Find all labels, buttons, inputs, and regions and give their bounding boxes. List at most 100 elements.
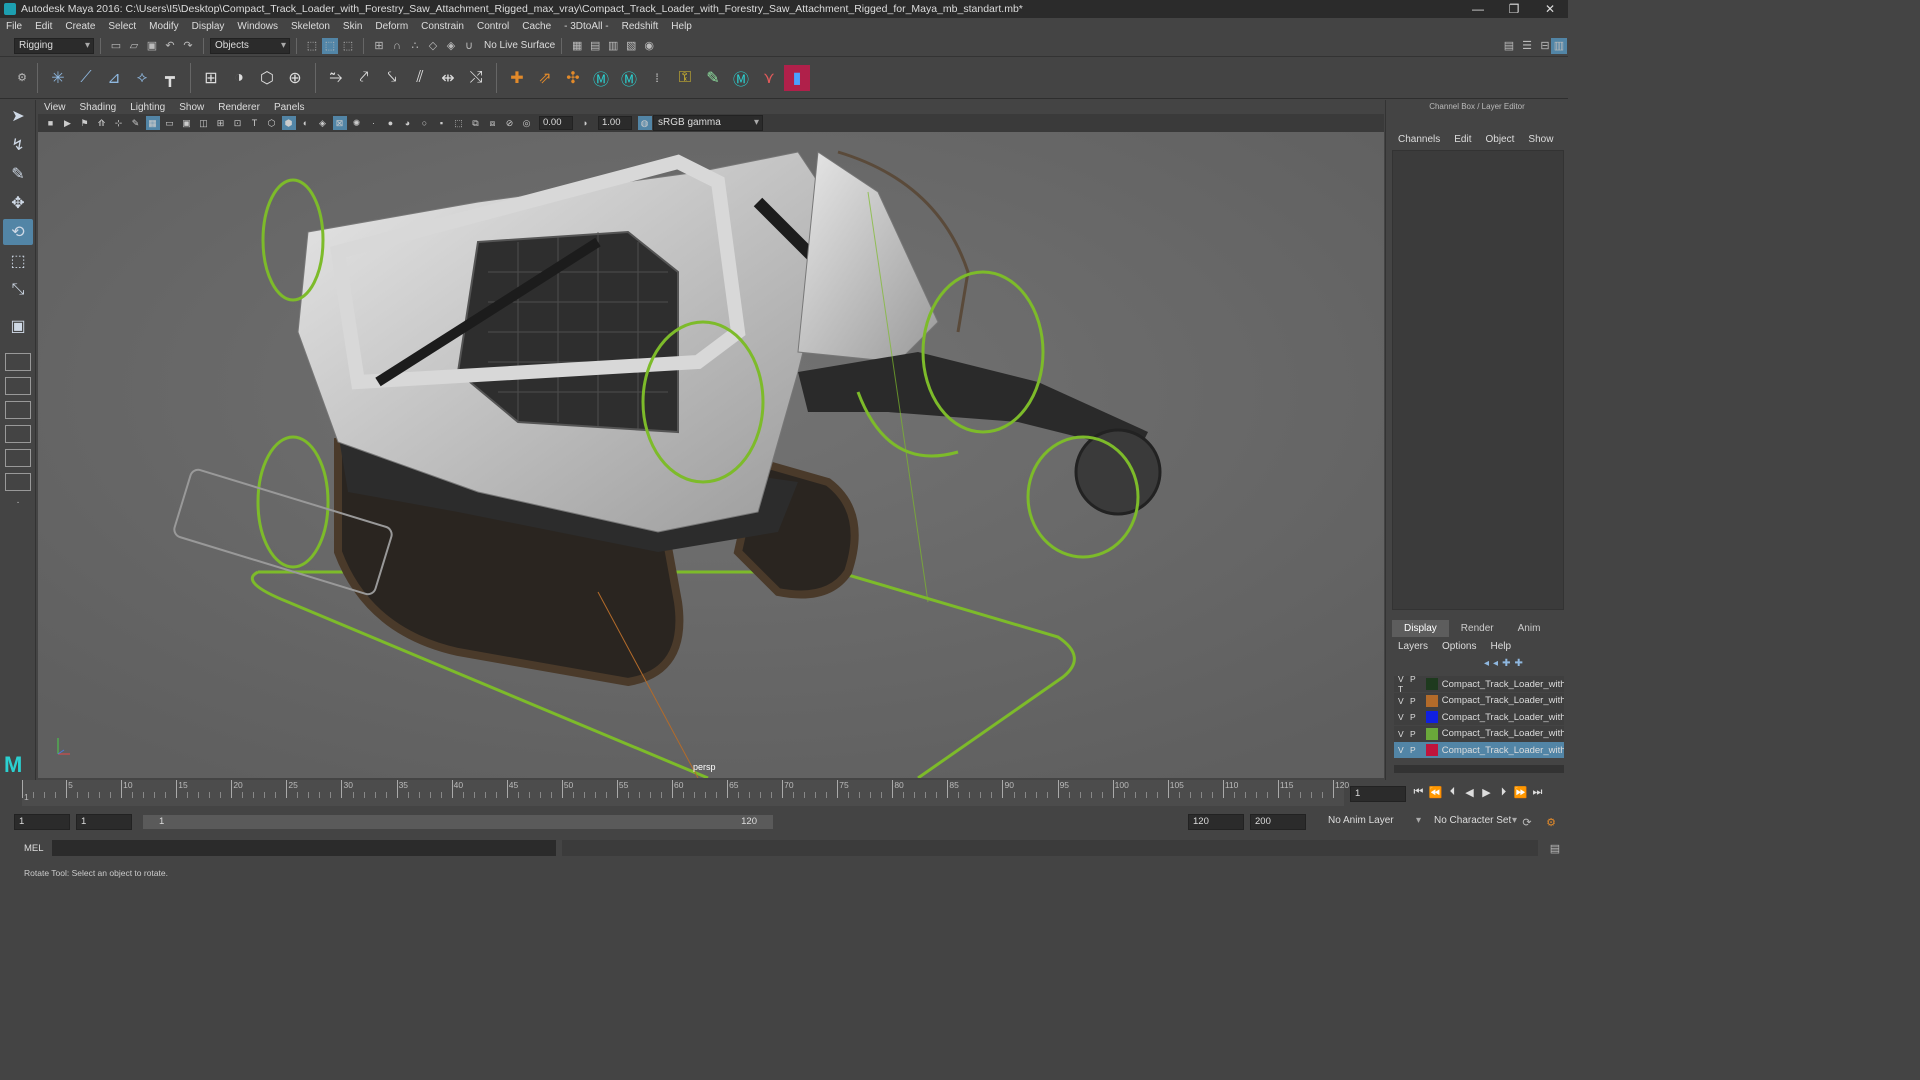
set-driven-key-icon[interactable]: ⚿ bbox=[672, 65, 698, 91]
render-view-icon[interactable]: ▧ bbox=[623, 38, 639, 54]
close-button[interactable]: ✕ bbox=[1532, 0, 1568, 18]
tab-render[interactable]: Render bbox=[1449, 620, 1506, 637]
channels-menu[interactable]: Channels bbox=[1398, 134, 1440, 145]
four-view-layout-icon[interactable] bbox=[5, 377, 31, 395]
options-menu[interactable]: Options bbox=[1442, 641, 1476, 652]
exposure-field[interactable]: 0.00 bbox=[539, 116, 573, 130]
menu-deform[interactable]: Deform bbox=[375, 21, 408, 32]
new-layer-from-selected-icon[interactable]: ✚ bbox=[1514, 658, 1522, 669]
wrap-icon[interactable]: ⊕ bbox=[282, 65, 308, 91]
aim-constraint-icon[interactable]: ⇗ bbox=[532, 65, 558, 91]
toggle-channel-box-icon[interactable]: ▥ bbox=[1551, 37, 1567, 54]
auto-key-icon[interactable]: ⟳ bbox=[1519, 814, 1535, 830]
more-layouts-icon[interactable]: · bbox=[5, 497, 31, 515]
layer-color-swatch[interactable] bbox=[1426, 694, 1438, 707]
ipr-render-icon[interactable]: ▥ bbox=[605, 38, 621, 54]
shelf-menu-icon[interactable]: ⚙ bbox=[14, 70, 30, 86]
toggle-modeling-toolkit-icon[interactable]: ▤ bbox=[1501, 38, 1517, 54]
step-forward-key-icon[interactable]: ⏩ bbox=[1512, 786, 1529, 799]
resolution-gate-icon[interactable]: ▣ bbox=[180, 116, 194, 130]
layer-row[interactable]: V P Compact_Track_Loader_with_ bbox=[1394, 742, 1564, 758]
anim-layer-dropdown[interactable]: No Anim Layer bbox=[1324, 814, 1424, 830]
layers-menu[interactable]: Layers bbox=[1398, 641, 1428, 652]
step-back-frame-icon[interactable]: ⏴ bbox=[1444, 786, 1461, 799]
mirror-weights-icon[interactable]: ⇹ bbox=[435, 65, 461, 91]
select-camera-icon[interactable]: ■ bbox=[44, 116, 58, 130]
layer-color-swatch[interactable] bbox=[1426, 744, 1438, 756]
menu-create[interactable]: Create bbox=[65, 21, 95, 32]
step-forward-frame-icon[interactable]: ⏵ bbox=[1495, 786, 1512, 799]
command-input[interactable] bbox=[52, 840, 556, 856]
select-hierarchy-icon[interactable]: ⬚ bbox=[304, 38, 320, 54]
grease-pencil-icon[interactable]: ✎ bbox=[129, 116, 143, 130]
play-backwards-icon[interactable]: ◀ bbox=[1461, 786, 1478, 799]
gamma-field[interactable]: 1.00 bbox=[598, 116, 632, 130]
menu-select[interactable]: Select bbox=[108, 21, 136, 32]
multisample-aa-icon[interactable]: ○ bbox=[418, 116, 432, 130]
tab-anim[interactable]: Anim bbox=[1506, 620, 1553, 637]
script-editor-icon[interactable]: ▤ bbox=[1547, 840, 1563, 856]
snap-curve-icon[interactable]: ∩ bbox=[389, 38, 405, 54]
orient-constraint-icon[interactable]: ✣ bbox=[560, 65, 586, 91]
menu-edit[interactable]: Edit bbox=[35, 21, 52, 32]
animation-end-field[interactable]: 200 bbox=[1250, 814, 1306, 830]
gamma-icon[interactable]: ◗ bbox=[579, 116, 593, 130]
safe-action-icon[interactable]: ⊡ bbox=[231, 116, 245, 130]
point-constraint-icon[interactable]: ✚ bbox=[504, 65, 530, 91]
persp-outliner-layout-icon[interactable] bbox=[5, 401, 31, 419]
step-back-key-icon[interactable]: ⏪ bbox=[1427, 786, 1444, 799]
unbind-skin-icon[interactable]: ⤥ bbox=[379, 65, 405, 91]
menu-display[interactable]: Display bbox=[192, 21, 225, 32]
panel-menu-show[interactable]: Show bbox=[179, 102, 204, 113]
create-joints-icon[interactable]: ✳ bbox=[45, 65, 71, 91]
wireframe-on-shaded-icon[interactable]: ◈ bbox=[316, 116, 330, 130]
perspective-viewport[interactable]: persp bbox=[38, 132, 1384, 778]
show-menu[interactable]: Show bbox=[1528, 134, 1553, 145]
cluster-icon[interactable]: ⊞ bbox=[198, 65, 224, 91]
select-tool-icon[interactable]: ➤ bbox=[3, 103, 33, 129]
move-layer-up-icon[interactable]: ◂ bbox=[1484, 658, 1489, 669]
hypershade-icon[interactable]: ◉ bbox=[641, 38, 657, 54]
menu-skeleton[interactable]: Skeleton bbox=[291, 21, 330, 32]
menu-file[interactable]: File bbox=[6, 21, 22, 32]
layer-row[interactable]: V P T Compact_Track_Loader_with_ bbox=[1394, 674, 1564, 694]
locator-icon[interactable]: ┳ bbox=[157, 65, 183, 91]
go-to-start-icon[interactable]: ⏮ bbox=[1410, 786, 1427, 799]
layer-visibility-toggles[interactable]: V P bbox=[1394, 696, 1426, 706]
parent-constraint-icon[interactable]: Ⓜ bbox=[588, 65, 614, 91]
select-tool-script-icon[interactable]: ⋎ bbox=[756, 65, 782, 91]
ik-spline-icon[interactable]: ⟡ bbox=[129, 65, 155, 91]
saw-blade-mesh[interactable] bbox=[1074, 428, 1162, 516]
last-tool-icon[interactable]: ⤡ bbox=[3, 277, 33, 303]
exposure-icon[interactable]: ◎ bbox=[520, 116, 534, 130]
undo-icon[interactable]: ↶ bbox=[162, 38, 178, 54]
selection-mask-dropdown[interactable]: Objects bbox=[210, 37, 290, 54]
insert-joint-icon[interactable]: ⊿ bbox=[101, 65, 127, 91]
color-management-icon[interactable]: ◍ bbox=[637, 116, 652, 130]
snap-grid-icon[interactable]: ⊞ bbox=[371, 38, 387, 54]
snap-point-icon[interactable]: ∴ bbox=[407, 38, 423, 54]
menu-3dtoall[interactable]: - 3DtoAll - bbox=[564, 21, 608, 32]
redo-icon[interactable]: ↷ bbox=[180, 38, 196, 54]
default-material-icon[interactable]: ◐ bbox=[299, 116, 313, 130]
layer-visibility-toggles[interactable]: V P T bbox=[1394, 674, 1426, 694]
layer-scrollbar[interactable] bbox=[1394, 765, 1564, 773]
menu-control[interactable]: Control bbox=[477, 21, 509, 32]
new-empty-layer-icon[interactable]: ✚ bbox=[1502, 658, 1510, 669]
toggle-attribute-editor-icon[interactable]: ☰ bbox=[1519, 38, 1535, 54]
xray-icon[interactable]: ⊠ bbox=[332, 116, 347, 130]
pole-vector-icon[interactable]: Ⓜ bbox=[616, 65, 642, 91]
ik-handle-icon[interactable]: ⟋ bbox=[73, 65, 99, 91]
blend-shape-icon[interactable]: ⁞ bbox=[644, 65, 670, 91]
move-tool-icon[interactable]: ✥ bbox=[3, 190, 33, 216]
help-menu[interactable]: Help bbox=[1490, 641, 1511, 652]
bind-skin-icon[interactable]: ⥲ bbox=[323, 65, 349, 91]
character-set-dropdown[interactable]: No Character Set bbox=[1430, 814, 1520, 830]
layer-color-swatch[interactable] bbox=[1426, 711, 1438, 723]
menu-constrain[interactable]: Constrain bbox=[421, 21, 464, 32]
object-menu[interactable]: Object bbox=[1486, 134, 1515, 145]
layer-row[interactable]: V P Compact_Track_Loader_with_ bbox=[1394, 692, 1564, 709]
backface-culling-icon[interactable]: ⊘ bbox=[503, 116, 517, 130]
nonlinear-icon[interactable]: ◑ bbox=[226, 65, 252, 91]
rotate-tool-icon[interactable]: ⟲ bbox=[3, 219, 33, 245]
